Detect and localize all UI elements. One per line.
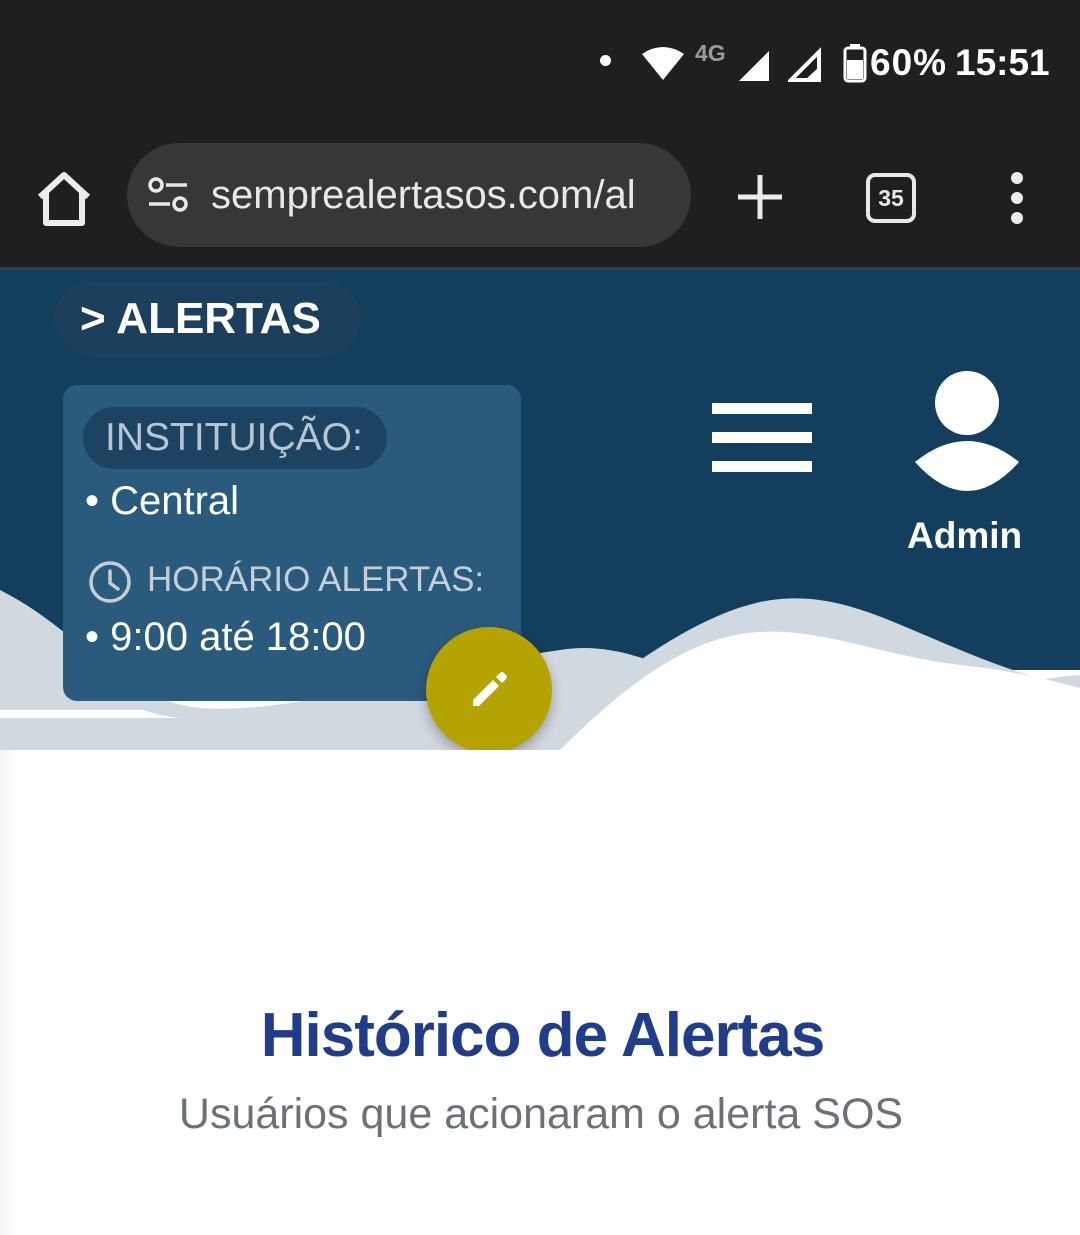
plus-icon[interactable] (735, 172, 785, 222)
clock-time: 15:51 (955, 42, 1050, 83)
institution-label: INSTITUIÇÃO: (83, 407, 387, 469)
alert-hours-value: • 9:00 até 18:00 (85, 615, 366, 659)
user-avatar-icon[interactable] (912, 370, 1022, 500)
site-settings-icon[interactable] (147, 177, 189, 213)
clock-icon (89, 561, 131, 603)
hamburger-menu-icon[interactable] (712, 403, 812, 473)
edit-button[interactable] (426, 627, 552, 753)
signal-icon-secondary (788, 47, 821, 82)
status-bar: 4G 60% 15:51 (0, 0, 1080, 130)
main-content: Histórico de Alertas Usuários que aciona… (0, 750, 1080, 1235)
user-name[interactable]: Admin (907, 515, 1022, 557)
battery-level: 60% (870, 42, 948, 83)
signal-icon (739, 51, 769, 81)
battery-icon (843, 44, 867, 83)
more-vert-icon[interactable] (1000, 170, 1034, 226)
home-icon[interactable] (30, 165, 98, 233)
wifi-icon (642, 47, 684, 80)
tab-switcher-button[interactable]: 35 (866, 173, 916, 223)
page-title: Histórico de Alertas (260, 1001, 825, 1070)
browser-toolbar: semprealertasos.com/al 35 (0, 130, 1080, 270)
notification-dot-icon (600, 55, 611, 66)
network-type-label: 4G (695, 40, 726, 66)
breadcrumb[interactable]: > ALERTAS (54, 281, 361, 357)
institution-value: • Central (85, 479, 240, 523)
page-subtitle: Usuários que acionaram o alerta SOS (178, 1090, 904, 1138)
url-bar[interactable]: semprealertasos.com/al (127, 143, 691, 247)
alert-hours-label: HORÁRIO ALERTAS: (147, 560, 485, 599)
url-text[interactable]: semprealertasos.com/al (211, 173, 671, 218)
pencil-icon (473, 672, 507, 706)
